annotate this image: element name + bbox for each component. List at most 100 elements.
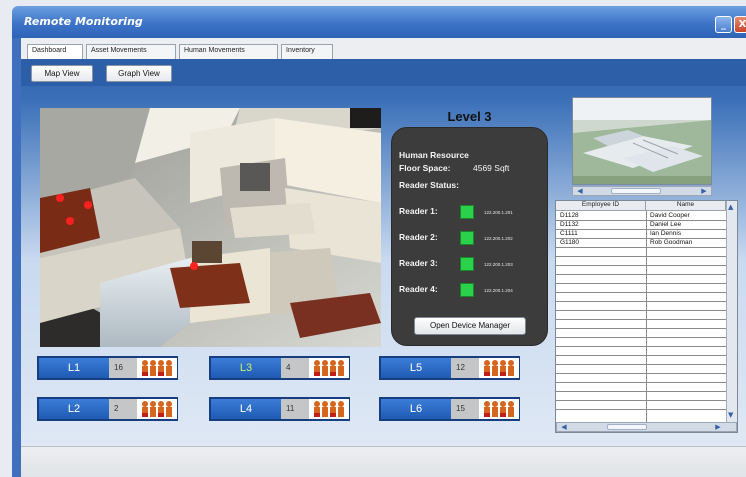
column-header-name[interactable]: Name [646, 201, 726, 211]
reader-1-label: Reader 1: [399, 206, 438, 216]
window-frame-left [12, 38, 21, 477]
building-aerial-image [572, 97, 712, 185]
reader-3-label: Reader 3: [399, 258, 438, 268]
level-L1-widget[interactable]: L1 16 [37, 356, 178, 380]
table-row-line [556, 337, 726, 338]
employee-id-cell[interactable]: G1180 [560, 239, 579, 246]
level-title: Level 3 [447, 109, 492, 124]
table-row-line [556, 355, 726, 356]
employee-name-cell[interactable]: Daniel Lee [650, 221, 681, 228]
employee-name-cell[interactable]: David Cooper [650, 212, 690, 219]
reader-1-ip: 122.200.1.201 [484, 210, 513, 215]
reader-status-label: Reader Status: [399, 180, 459, 190]
level-L5-count: 12 [451, 358, 479, 378]
tab-asset-movements[interactable]: Asset Movements [86, 44, 176, 59]
employee-id-cell[interactable]: D1132 [560, 221, 579, 228]
window-title: Remote Monitoring [24, 15, 143, 28]
level-L2-label[interactable]: L2 [39, 399, 109, 419]
table-vertical-scrollbar[interactable]: ▲ ▼ [726, 201, 737, 422]
table-row-line [556, 328, 726, 329]
table-row-line [556, 409, 726, 410]
table-row-line [556, 220, 726, 221]
table-row-line [556, 346, 726, 347]
table-horizontal-scrollbar[interactable]: ◀ ▶ [556, 422, 737, 432]
table-row-line [556, 256, 726, 257]
people-group-icon [479, 399, 519, 419]
level-L1-count: 16 [109, 358, 137, 378]
department-name: Human Resource [399, 150, 469, 160]
table-row-line [556, 373, 726, 374]
table-row-line [556, 319, 726, 320]
employee-name-cell[interactable]: Ian Dennis [650, 230, 681, 237]
level-L3-widget[interactable]: L3 4 [209, 356, 350, 380]
remote-monitoring-window: Remote Monitoring _ X Dashboard Asset Mo… [0, 0, 746, 477]
aerial-illustration [573, 98, 711, 184]
level-L5-label[interactable]: L5 [381, 358, 451, 378]
tab-human-movements[interactable]: Human Movements [179, 44, 278, 59]
scroll-up-icon[interactable]: ▲ [728, 203, 733, 211]
aerial-scrollbar[interactable]: ◀ ▶ [572, 186, 712, 196]
close-button[interactable]: X [734, 16, 746, 33]
graph-view-button[interactable]: Graph View [106, 65, 172, 82]
reader-4-ip: 122.200.1.204 [484, 288, 513, 293]
tab-dashboard[interactable]: Dashboard [27, 44, 83, 59]
floor-plan-illustration [40, 108, 381, 347]
table-row-line [556, 283, 726, 284]
floor-space-value: 4569 Sqft [473, 163, 510, 173]
minimize-button[interactable]: _ [715, 16, 732, 33]
level-L5-widget[interactable]: L5 12 [379, 356, 520, 380]
people-group-icon [137, 358, 177, 378]
table-row-line [556, 400, 726, 401]
employee-name-cell[interactable]: Rob Goodman [650, 239, 692, 246]
level-L4-widget[interactable]: L4 11 [209, 397, 350, 421]
table-row-line [556, 292, 726, 293]
level-L6-label[interactable]: L6 [381, 399, 451, 419]
scroll-down-icon[interactable]: ▼ [728, 411, 733, 419]
people-group-icon [137, 399, 177, 419]
people-group-icon [309, 358, 349, 378]
reader-4-label: Reader 4: [399, 284, 438, 294]
level-L2-widget[interactable]: L2 2 [37, 397, 178, 421]
tab-inventory[interactable]: Inventory [281, 44, 333, 59]
table-row-line [556, 391, 726, 392]
table-row-line [556, 229, 726, 230]
table-row-line [556, 238, 726, 239]
reader-status-icon [460, 231, 474, 245]
floor-space-label: Floor Space: [399, 163, 451, 173]
table-row-line [556, 382, 726, 383]
scroll-right-icon[interactable]: ▶ [699, 187, 709, 195]
level-L2-count: 2 [109, 399, 137, 419]
employee-table: Employee ID Name D1128 David Cooper D113… [555, 200, 738, 433]
level-L6-count: 15 [451, 399, 479, 419]
scroll-right-icon[interactable]: ▶ [713, 423, 723, 431]
people-group-icon [309, 399, 349, 419]
level-L3-count: 4 [281, 358, 309, 378]
table-row-line [556, 310, 726, 311]
open-device-manager-button[interactable]: Open Device Manager [414, 317, 526, 335]
scroll-left-icon[interactable]: ◀ [575, 187, 585, 195]
level-L4-count: 11 [281, 399, 309, 419]
level-L3-label[interactable]: L3 [211, 358, 281, 378]
people-group-icon [479, 358, 519, 378]
table-row-line [556, 301, 726, 302]
status-bar [21, 446, 746, 477]
level-L4-label[interactable]: L4 [211, 399, 281, 419]
level-L6-widget[interactable]: L6 15 [379, 397, 520, 421]
reader-status-icon [460, 257, 474, 271]
table-row-line [556, 364, 726, 365]
reader-status-icon [460, 205, 474, 219]
column-header-employee-id[interactable]: Employee ID [556, 201, 646, 211]
employee-id-cell[interactable]: D1128 [560, 212, 579, 219]
scroll-left-icon[interactable]: ◀ [559, 423, 569, 431]
map-view-button[interactable]: Map View [31, 65, 93, 82]
reader-2-label: Reader 2: [399, 232, 438, 242]
title-bar: Remote Monitoring _ X [12, 6, 746, 38]
floor-plan-image[interactable] [40, 108, 381, 347]
reader-3-ip: 122.200.1.203 [484, 262, 513, 267]
reader-2-ip: 122.200.1.202 [484, 236, 513, 241]
level-L1-label[interactable]: L1 [39, 358, 109, 378]
scroll-thumb[interactable] [611, 188, 661, 194]
employee-id-cell[interactable]: C1111 [560, 230, 578, 237]
reader-status-icon [460, 283, 474, 297]
scroll-thumb[interactable] [607, 424, 647, 430]
